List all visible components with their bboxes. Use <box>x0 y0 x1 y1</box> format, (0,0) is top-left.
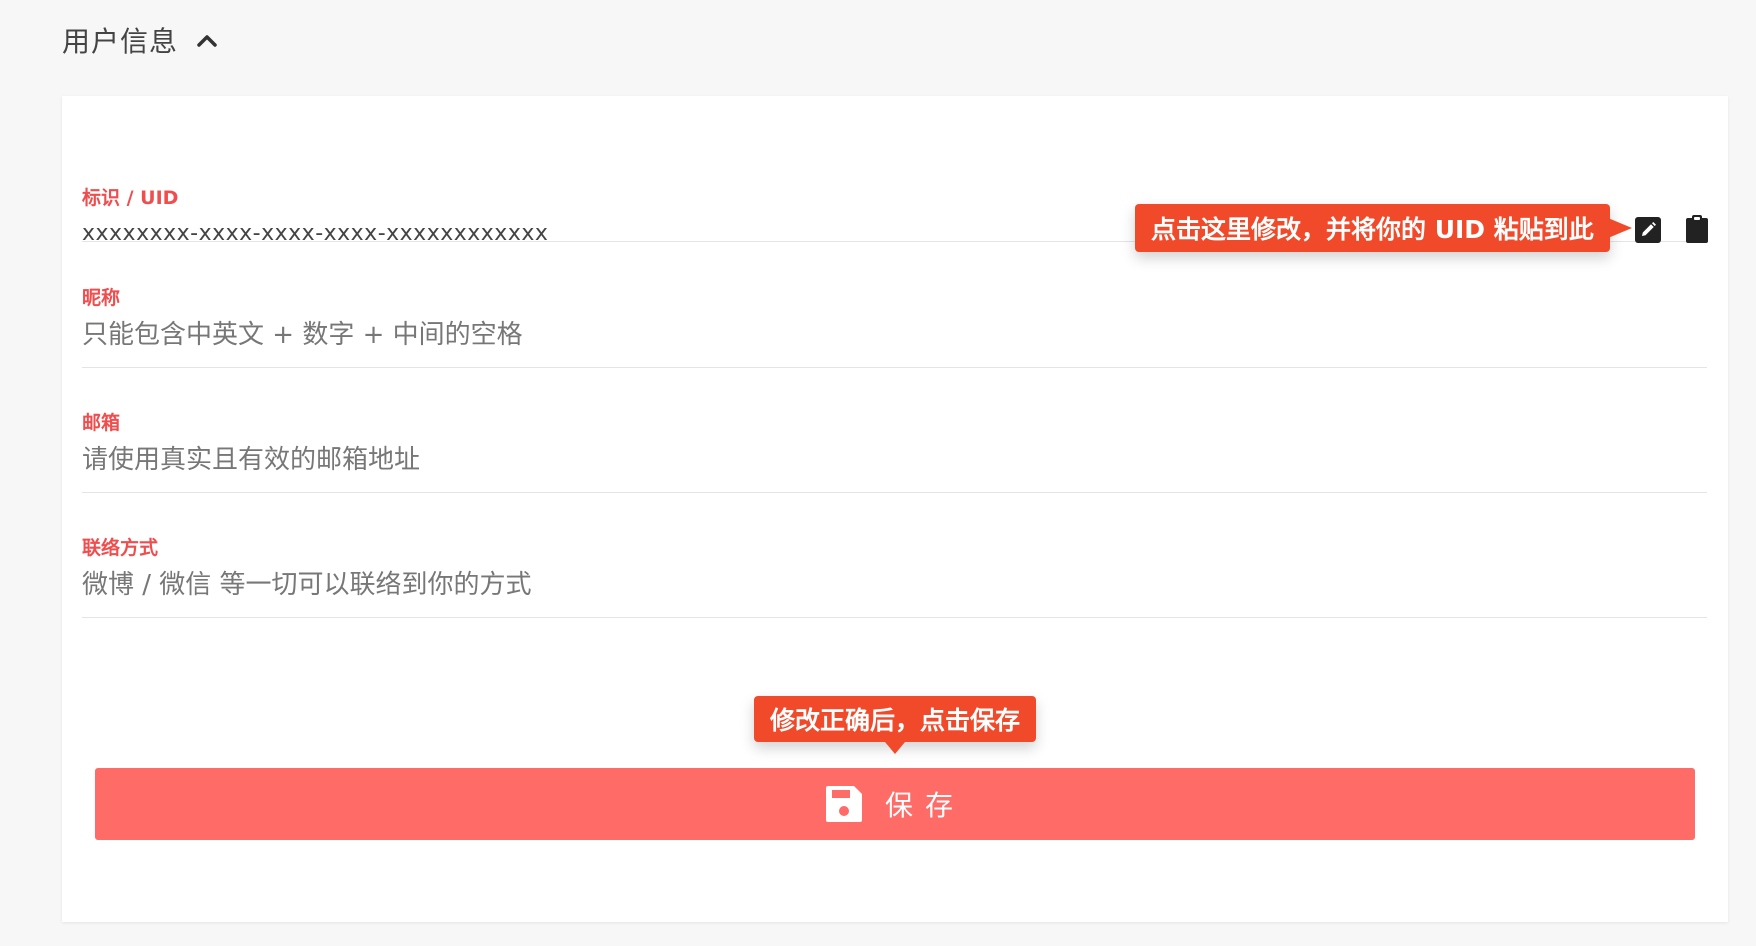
email-label: 邮箱 <box>82 412 121 434</box>
contact-input[interactable] <box>82 563 1482 607</box>
save-hint-text: 修改正确后，点击保存 <box>770 706 1021 735</box>
uid-field: 标识 / UID 点击这里修改，并将你的 UID 粘贴到此 <box>82 115 1708 255</box>
save-hint-tooltip: 修改正确后，点击保存 <box>754 696 1037 754</box>
save-button[interactable]: 保存 <box>95 768 1695 840</box>
chevron-up-icon[interactable] <box>196 29 218 51</box>
contact-label: 联络方式 <box>82 537 159 559</box>
user-info-card: 标识 / UID 点击这里修改，并将你的 UID 粘贴到此 昵称 邮箱 <box>62 96 1728 922</box>
uid-label: 标识 / UID <box>82 187 179 209</box>
nickname-label: 昵称 <box>82 287 121 309</box>
contact-field: 联络方式 <box>82 491 1707 618</box>
email-field: 邮箱 <box>82 366 1707 493</box>
nickname-input[interactable] <box>82 313 1482 357</box>
save-button-label: 保存 <box>884 789 965 822</box>
nickname-field: 昵称 <box>82 241 1707 368</box>
clipboard-icon[interactable] <box>1682 214 1712 244</box>
section-title: 用户信息 <box>62 25 179 58</box>
floppy-disk-icon <box>825 785 863 823</box>
email-input[interactable] <box>82 438 1482 482</box>
section-header-user-info[interactable]: 用户信息 <box>62 18 218 62</box>
